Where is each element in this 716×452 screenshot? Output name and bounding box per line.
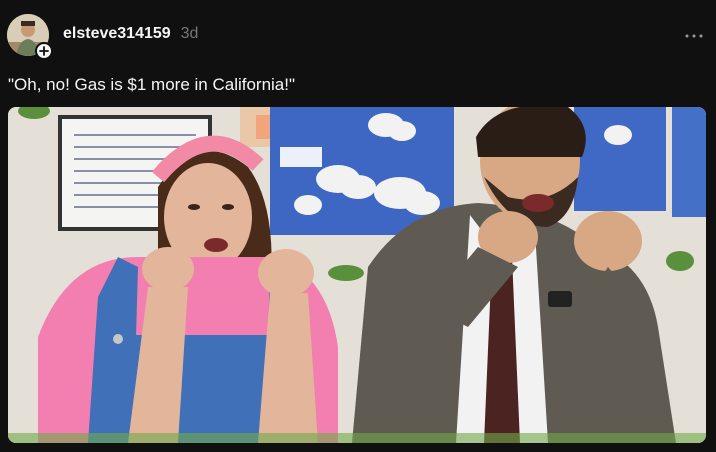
threads-post: elsteve314159 3d "Oh, no! Gas is $1 more… [0,0,716,452]
ellipsis-icon [685,34,703,38]
video-frame-image [8,107,706,443]
follow-button[interactable] [35,42,53,60]
username-link[interactable]: elsteve314159 [63,25,171,43]
more-options-button[interactable] [682,26,706,46]
plus-icon [39,46,49,56]
avatar-container[interactable] [7,14,53,60]
post-video[interactable] [8,107,706,443]
post-caption: "Oh, no! Gas is $1 more in California!" [8,75,296,94]
post-timestamp[interactable]: 3d [181,25,199,43]
post-header: elsteve314159 3d [63,25,198,43]
